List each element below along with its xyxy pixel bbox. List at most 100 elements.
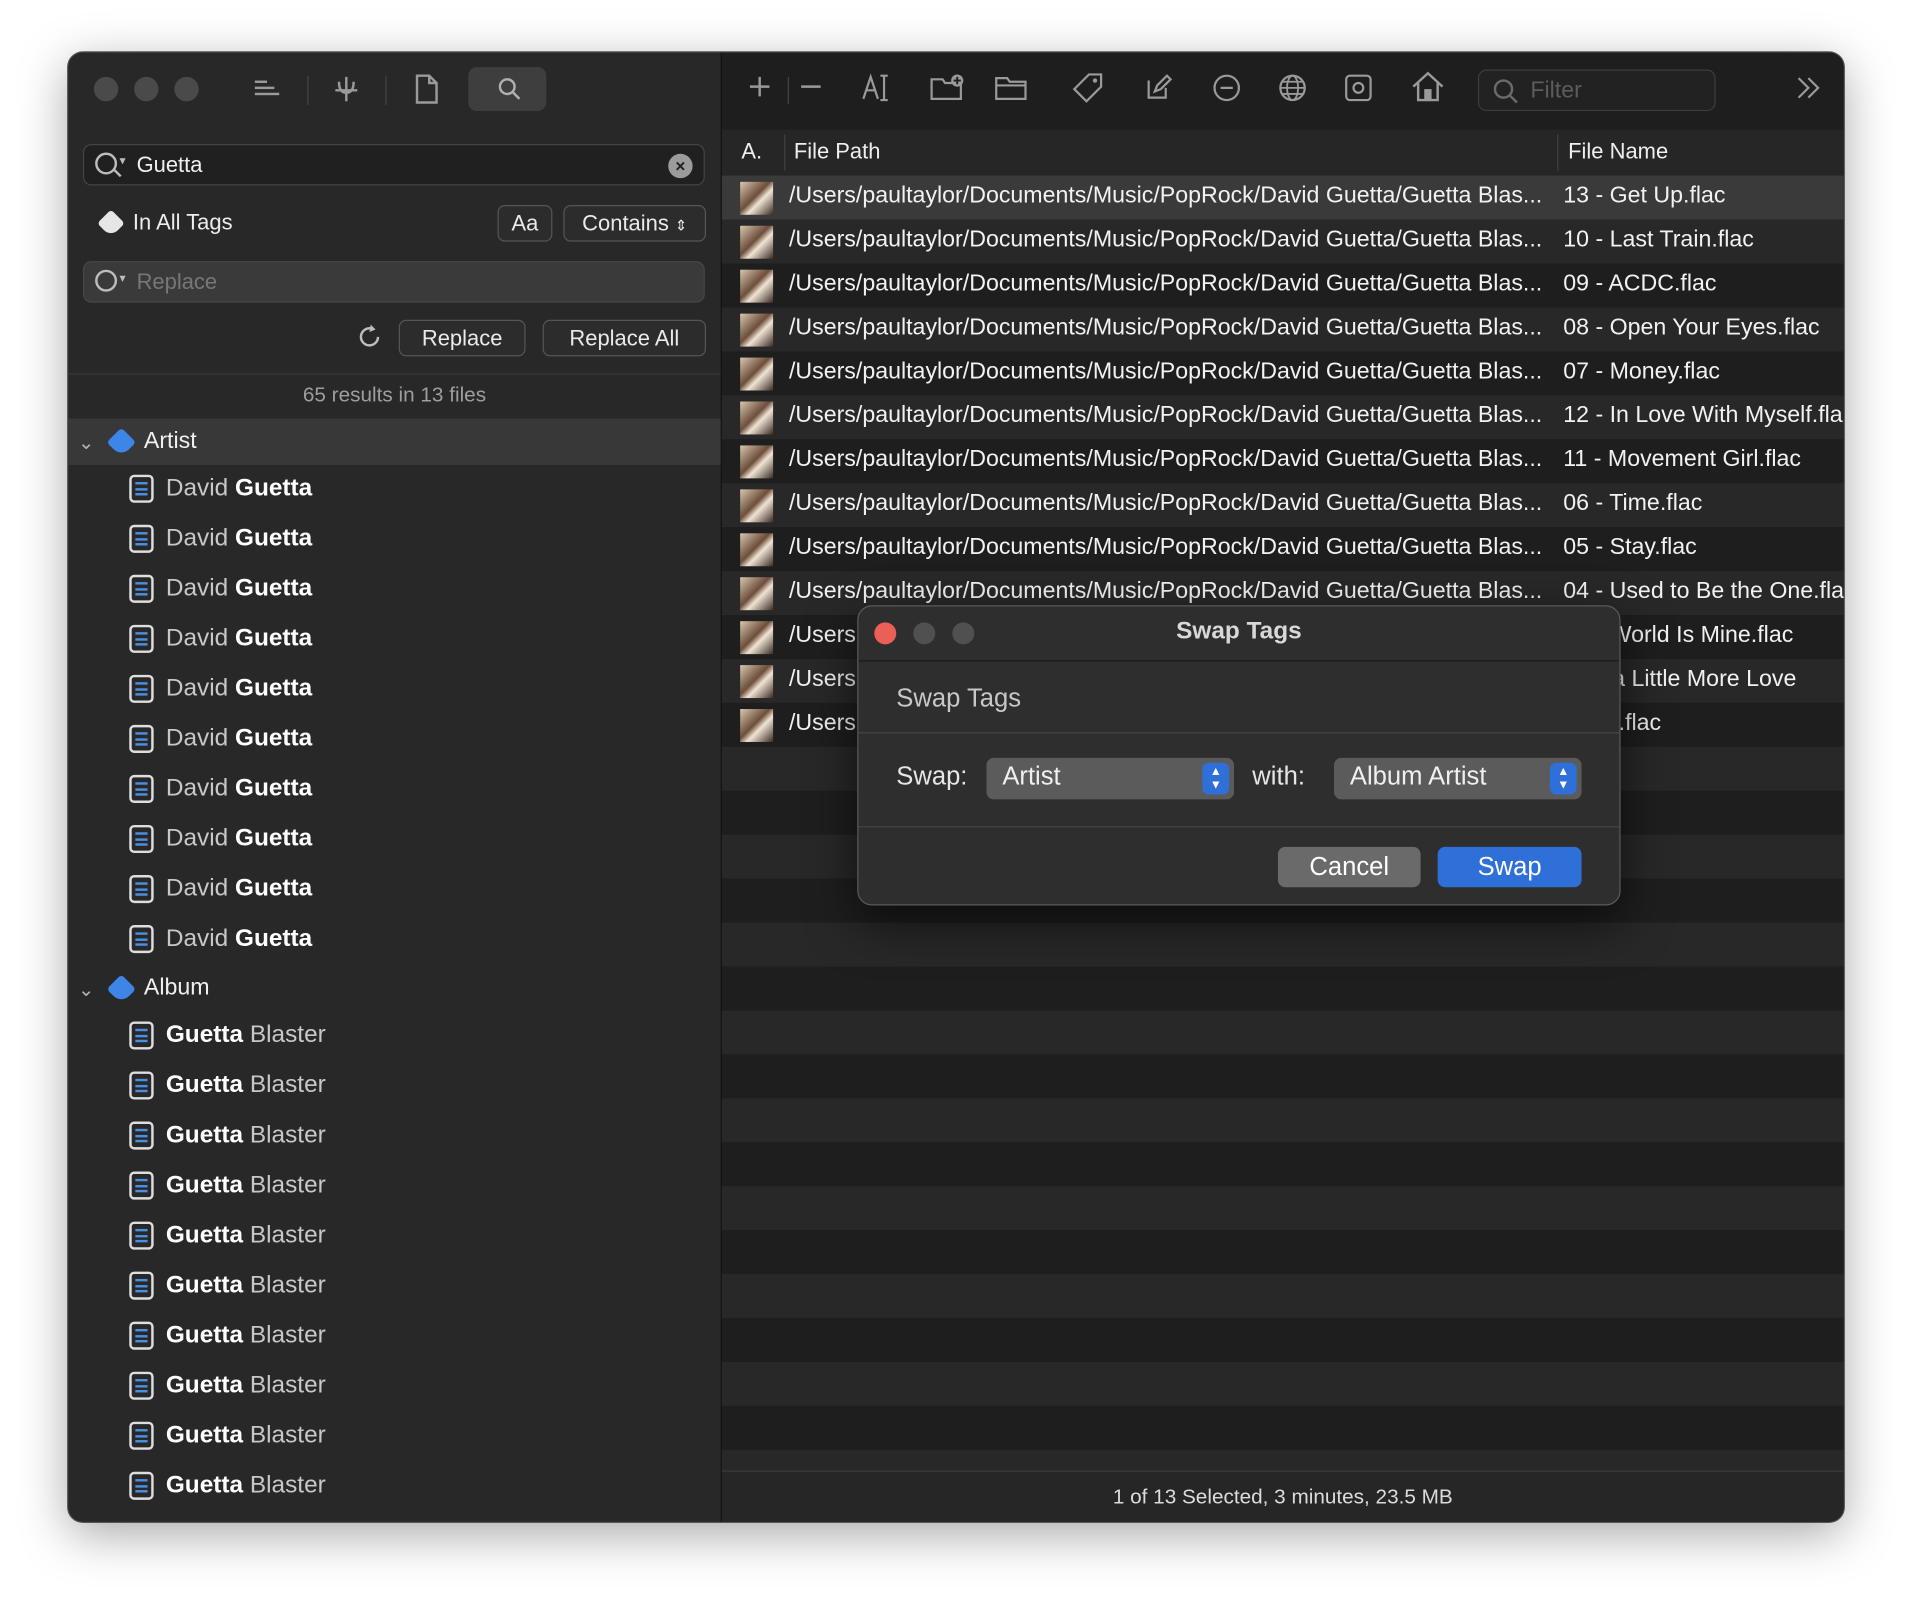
status-bar: 1 of 13 Selected, 3 minutes, 23.5 MB (721, 1470, 1844, 1522)
result-row[interactable]: David Guetta (68, 765, 720, 815)
album-artwork-thumbnail (740, 445, 774, 479)
divider (858, 732, 1620, 734)
record-icon[interactable] (1343, 73, 1375, 110)
tag-icon (106, 427, 136, 458)
table-row[interactable]: /Users/paultaylor/Documents/Music/PopRoc… (721, 395, 1844, 440)
group-label: Artist (143, 428, 197, 454)
result-row[interactable]: Guetta Blaster (68, 1462, 720, 1512)
clear-search-button[interactable]: × (668, 153, 693, 179)
replace-button[interactable]: Replace (398, 319, 526, 357)
table-row[interactable]: /Users/paultaylor/Documents/Music/PopRoc… (721, 483, 1844, 528)
album-artwork-thumbnail (740, 489, 774, 523)
remove-icon[interactable] (1211, 73, 1243, 110)
swap-target-select[interactable]: Album Artist ▲ ▼ (1334, 757, 1582, 800)
album-artwork-thumbnail (740, 709, 774, 742)
filter-input[interactable]: Filter (1477, 69, 1716, 112)
result-row[interactable]: David Guetta (68, 715, 720, 765)
album-artwork-thumbnail (740, 577, 774, 611)
search-scope-selector[interactable]: In All Tags (133, 210, 233, 236)
cancel-button[interactable]: Cancel (1277, 846, 1421, 888)
document-icon[interactable] (412, 73, 441, 112)
globe-icon[interactable] (1277, 73, 1309, 110)
tag-field-icon (129, 1121, 154, 1150)
column-header-file-path[interactable]: File Path (794, 139, 881, 165)
result-group-artist[interactable]: ⌄ Artist (68, 418, 721, 465)
table-row[interactable]: /Users/paultaylor/Documents/Music/PopRoc… (721, 439, 1844, 484)
album-artwork-thumbnail (740, 533, 774, 567)
table-row[interactable]: /Users/paultaylor/Documents/Music/PopRoc… (721, 351, 1844, 396)
column-header-artwork[interactable]: A. (741, 139, 762, 165)
result-row[interactable]: Guetta Blaster (68, 1362, 720, 1412)
result-row[interactable]: Guetta Blaster (68, 1212, 720, 1262)
column-header-file-name[interactable]: File Name (1568, 139, 1668, 165)
plus-icon[interactable] (746, 74, 773, 106)
result-group-album[interactable]: ⌄ Album (68, 965, 720, 1011)
result-row[interactable]: David Guetta (68, 815, 720, 865)
tag-icon[interactable] (1071, 72, 1105, 111)
result-row[interactable]: Guetta Blaster (68, 1112, 720, 1162)
minus-icon[interactable] (797, 74, 824, 106)
close-window-button[interactable] (93, 76, 119, 102)
result-text: Guetta Blaster (165, 1171, 326, 1199)
search-mode-button[interactable] (468, 67, 547, 112)
home-icon[interactable] (1411, 71, 1445, 110)
match-mode-select[interactable]: Contains ⇕ (563, 205, 707, 242)
up-down-chevron-icon: ▲ ▼ (1202, 762, 1230, 795)
refresh-icon[interactable] (356, 323, 383, 356)
result-row[interactable]: David Guetta (68, 665, 720, 715)
zoom-window-button[interactable] (174, 76, 199, 102)
folder-icon[interactable] (994, 74, 1028, 108)
result-text: David Guetta (165, 524, 313, 552)
file-name-cell: 06 - Time.flac (1563, 490, 1703, 517)
swap-tags-dialog: Swap Tags Swap Tags Swap: Artist ▲ ▼ with… (857, 605, 1621, 906)
tuning-fork-icon[interactable] (330, 73, 362, 112)
result-row[interactable]: David Guetta (68, 615, 720, 665)
chevron-down-icon[interactable]: ⌄ (78, 431, 94, 455)
result-text: David Guetta (165, 724, 313, 752)
replace-input[interactable]: ▾ Replace (82, 261, 705, 303)
search-icon (95, 269, 118, 292)
new-folder-icon[interactable] (929, 73, 966, 110)
result-row[interactable]: Guetta Blaster (68, 1262, 720, 1312)
album-artwork-thumbnail (740, 313, 774, 347)
album-artwork-thumbnail (740, 621, 774, 655)
more-chevrons-icon[interactable] (1793, 73, 1825, 110)
column-divider[interactable] (1557, 134, 1559, 171)
tag-field-icon (129, 624, 154, 653)
filter-placeholder: Filter (1530, 78, 1582, 104)
table-row[interactable]: /Users/paultaylor/Documents/Music/PopRoc… (721, 219, 1844, 264)
replace-all-button[interactable]: Replace All (542, 319, 707, 357)
result-row[interactable]: Guetta Blaster (68, 1162, 720, 1212)
file-path-cell: /Users/paultaylor/Documents/Music/PopRoc… (788, 534, 1543, 561)
album-artwork-thumbnail (740, 181, 774, 215)
match-case-button[interactable]: Aa (497, 205, 553, 242)
result-row[interactable]: Guetta Blaster (68, 1062, 720, 1112)
table-row[interactable]: /Users/paultaylor/Documents/Music/PopRoc… (721, 263, 1844, 308)
result-row[interactable]: David Guetta (68, 915, 720, 965)
result-row[interactable]: David Guetta (68, 865, 720, 915)
chevron-down-icon[interactable]: ⌄ (78, 978, 94, 1002)
swap-source-select[interactable]: Artist ▲ ▼ (986, 757, 1235, 800)
result-row[interactable]: Guetta Blaster (68, 1012, 720, 1062)
edit-icon[interactable] (1143, 73, 1175, 110)
result-row[interactable]: David Guetta (68, 515, 720, 565)
table-row[interactable]: /Users/paultaylor/Documents/Music/PopRoc… (721, 307, 1844, 352)
empty-row (721, 1405, 1844, 1450)
empty-row (721, 1054, 1844, 1099)
search-value: Guetta (136, 152, 203, 177)
table-row[interactable]: /Users/paultaylor/Documents/Music/PopRoc… (721, 175, 1844, 220)
text-cursor-icon[interactable] (861, 72, 893, 111)
tag-field-icon (129, 524, 154, 553)
search-input[interactable]: ▾ Guetta × (82, 144, 705, 186)
file-path-cell: /Users/paultaylor/Documents/Music/PopRoc… (788, 226, 1543, 253)
table-row[interactable]: /Users/paultaylor/Documents/Music/PopRoc… (721, 527, 1844, 572)
minimize-window-button[interactable] (134, 76, 159, 102)
result-row[interactable]: David Guetta (68, 565, 720, 615)
result-row[interactable]: Guetta Blaster (68, 1312, 720, 1362)
result-row[interactable]: Guetta Blaster (68, 1412, 720, 1462)
result-row[interactable]: David Guetta (68, 465, 720, 515)
hamburger-icon[interactable] (251, 74, 283, 108)
file-path-cell: /Users/paultaylor/Documents/Music/PopRoc… (788, 358, 1543, 385)
swap-button[interactable]: Swap (1437, 846, 1582, 888)
column-divider[interactable] (784, 134, 786, 171)
